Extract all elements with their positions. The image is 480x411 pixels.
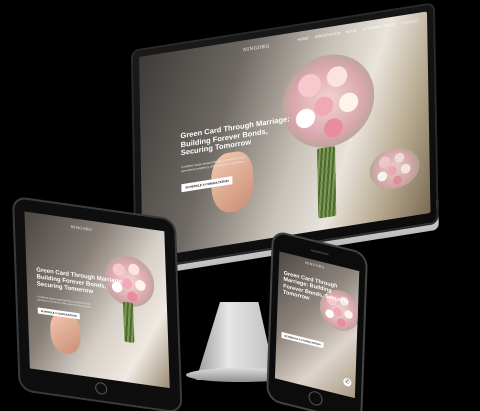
tablet-stems-image	[123, 301, 135, 344]
device-mockup-scene: NINGORG HOME IMMIGRATION BLOG ATTORNEY B…	[0, 0, 480, 411]
nav-home[interactable]: HOME	[298, 36, 309, 42]
tablet-website-screen: NINGORG Green Card Through Marriage: Bui…	[24, 211, 170, 389]
site-logo[interactable]: NINGORG	[243, 44, 270, 53]
phone-home-button-icon[interactable]	[308, 389, 323, 408]
desktop-nav: HOME IMMIGRATION BLOG ATTORNEY BLOG CONT…	[298, 19, 420, 42]
chat-bubble-icon[interactable]: ✆	[343, 377, 352, 388]
phone-speaker	[310, 249, 329, 256]
nav-blog[interactable]: BLOG	[347, 28, 358, 34]
nav-immigration[interactable]: IMMIGRATION	[315, 31, 341, 39]
phone-body: NINGORG Green Card Through Marriage: Bui…	[268, 232, 366, 411]
desktop-website-screen: NINGORG HOME IMMIGRATION BLOG ATTORNEY B…	[139, 11, 431, 259]
phone-hero-title: Green Card Through Marriage: Building Fo…	[282, 270, 349, 306]
tablet-site-logo[interactable]: NINGORG	[71, 224, 93, 232]
phone-device: NINGORG Green Card Through Marriage: Bui…	[268, 232, 366, 411]
nav-attorney-blog[interactable]: ATTORNEY BLOG	[363, 22, 395, 31]
bouquet-image	[281, 47, 376, 155]
nav-contact[interactable]: CONTACT	[401, 19, 419, 26]
phone-website-screen: NINGORG Green Card Through Marriage: Bui…	[274, 251, 360, 399]
phone-consultation-button[interactable]: SCHEDULE A CONSULTATION	[281, 331, 324, 349]
phone-site-logo[interactable]: NINGORG	[305, 261, 325, 270]
background-flowers-image	[369, 144, 420, 193]
tablet-body: NINGORG Green Card Through Marriage: Bui…	[14, 198, 181, 411]
bouquet-stems-image	[317, 145, 337, 219]
home-button-icon[interactable]	[94, 381, 108, 396]
tablet-device: NINGORG Green Card Through Marriage: Bui…	[14, 198, 181, 411]
